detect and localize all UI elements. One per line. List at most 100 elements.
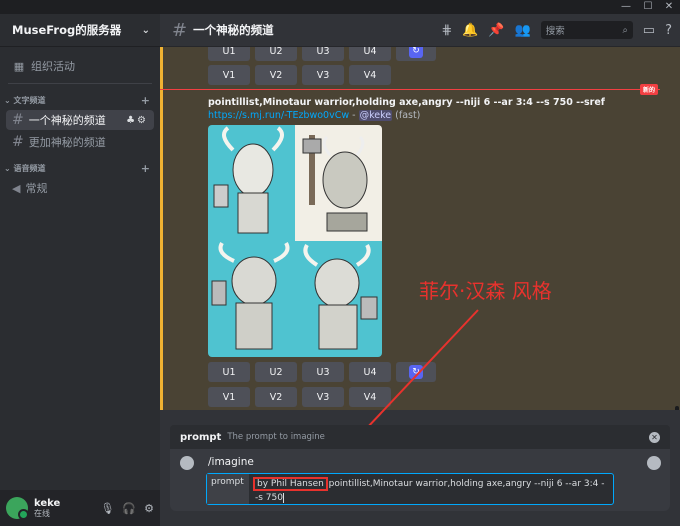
generation-mode: (fast) — [395, 110, 421, 121]
bell-icon[interactable]: 🔔 — [462, 23, 478, 38]
refresh-icon: ↻ — [409, 47, 423, 58]
command-option-popup: prompt The prompt to imagine ✕ — [170, 425, 670, 449]
u1-button[interactable]: U1 — [208, 362, 250, 382]
server-header[interactable]: MuseFrog的服务器 ⌄ — [0, 14, 160, 47]
v2-button[interactable]: V2 — [255, 65, 297, 85]
prompt-input[interactable]: by Phil Hansen pointillist,Minotaur warr… — [249, 474, 613, 504]
close-icon[interactable]: ✕ — [649, 431, 660, 443]
u4-button[interactable]: U4 — [349, 47, 391, 61]
microphone-icon[interactable]: 🎙 — [100, 502, 114, 515]
u2-button[interactable]: U2 — [255, 47, 297, 61]
chevron-down-icon: ⌄ — [141, 24, 150, 36]
user-mention[interactable]: @keke — [358, 110, 393, 121]
calendar-icon: ▦ — [13, 59, 25, 73]
sidebar-divider — [8, 83, 152, 84]
image-tile-1[interactable] — [208, 125, 295, 241]
highlight-bar — [160, 47, 163, 410]
category-chevron-icon: ⌄ — [4, 163, 14, 173]
members-icon[interactable]: 👥 — [515, 23, 531, 38]
gear-icon[interactable]: ⚙ — [144, 502, 154, 515]
emoji-icon[interactable] — [647, 456, 661, 470]
scrollbar[interactable] — [675, 406, 679, 410]
add-voice-channel-icon[interactable]: + — [141, 162, 150, 175]
sref-link[interactable]: https://s.mj.run/-TEzbwo0vCw — [208, 110, 349, 121]
generated-image-grid[interactable] — [208, 125, 382, 357]
user-status: 在线 — [34, 508, 50, 518]
new-messages-divider — [160, 89, 660, 90]
new-badge: 新的 — [640, 84, 659, 95]
image-tile-3[interactable] — [208, 241, 295, 357]
prompt-field-label: prompt — [207, 474, 249, 504]
channel-label: 更加神秘的频道 — [28, 136, 106, 149]
hash-icon: # — [172, 19, 188, 41]
option-description: The prompt to imagine — [227, 432, 325, 442]
u2-button[interactable]: U2 — [255, 362, 297, 382]
bot-icon — [180, 456, 194, 470]
reroll-button[interactable]: ↻ — [396, 47, 436, 61]
events-item[interactable]: ▦ 组织活动 — [0, 55, 160, 77]
highlighted-style-text: by Phil Hansen — [253, 477, 328, 491]
speaker-icon: ◀ — [12, 181, 21, 195]
message-list: U1 U2 U3 U4 ↻ V1 V2 V3 V4 新的 pointillist… — [160, 47, 680, 410]
v4-button[interactable]: V4 — [349, 65, 391, 85]
v1-button[interactable]: V1 — [208, 65, 250, 85]
variation-buttons-bottom: V1 V2 V3 V4 — [208, 387, 391, 407]
sidebar-voice-general[interactable]: ◀ 常规 — [6, 178, 154, 198]
search-icon: ⌕ — [622, 24, 628, 36]
u3-button[interactable]: U3 — [302, 362, 344, 382]
text-cursor — [282, 492, 284, 503]
message-prompt-text: pointillist,Minotaur warrior,holding axe… — [208, 97, 605, 108]
events-label: 组织活动 — [31, 60, 75, 73]
channel-settings-icons[interactable]: ♣⚙ — [126, 115, 148, 126]
upscale-buttons-top: U1 U2 U3 U4 ↻ — [208, 47, 436, 61]
u4-button[interactable]: U4 — [349, 362, 391, 382]
v3-button[interactable]: V3 — [302, 65, 344, 85]
reroll-button[interactable]: ↻ — [396, 362, 436, 382]
add-channel-icon[interactable]: + — [141, 94, 150, 107]
message-meta: https://s.mj.run/-TEzbwo0vCw - @keke (fa… — [208, 110, 420, 121]
u3-button[interactable]: U3 — [302, 47, 344, 61]
v4-button[interactable]: V4 — [349, 387, 391, 407]
text-channel-category[interactable]: ⌄ 文字频道 + — [0, 92, 160, 108]
prompt-field[interactable]: prompt by Phil Hansen pointillist,Minota… — [206, 473, 614, 505]
upscale-buttons-bottom: U1 U2 U3 U4 ↻ — [208, 362, 436, 382]
channel-header: # 一个神秘的频道 ⋕ 🔔 📌 👥 搜索 ⌕ ▭ ? — [160, 14, 680, 47]
hash-icon: # — [12, 112, 24, 128]
user-panel: keke 在线 🎙 🎧 ⚙ — [0, 490, 160, 526]
search-input[interactable]: 搜索 ⌕ — [540, 21, 633, 39]
annotation-text: 菲尔·汉森 风格 — [419, 279, 552, 303]
variation-buttons-top: V1 V2 V3 V4 — [208, 65, 391, 85]
voice-channel-category[interactable]: ⌄ 语音频道 + — [0, 160, 160, 176]
image-tile-4[interactable] — [295, 241, 382, 357]
voice-category-label: 语音频道 — [13, 163, 46, 173]
refresh-icon: ↻ — [409, 365, 423, 379]
minimize-button[interactable]: — — [616, 0, 636, 14]
threads-icon[interactable]: ⋕ — [441, 23, 452, 38]
option-name: prompt — [180, 431, 222, 443]
u1-button[interactable]: U1 — [208, 47, 250, 61]
v2-button[interactable]: V2 — [255, 387, 297, 407]
message-composer: /imagine prompt by Phil Hansen pointilli… — [170, 449, 670, 511]
help-icon[interactable]: ? — [665, 23, 672, 38]
maximize-button[interactable]: ☐ — [638, 0, 658, 14]
page-title: 一个神秘的频道 — [193, 23, 274, 37]
command-name: /imagine — [208, 456, 254, 468]
image-tile-2[interactable] — [295, 125, 382, 241]
avatar[interactable] — [6, 497, 29, 520]
headphones-icon[interactable]: 🎧 — [122, 502, 136, 515]
v1-button[interactable]: V1 — [208, 387, 250, 407]
pin-icon[interactable]: 📌 — [488, 23, 504, 38]
username: keke — [34, 497, 61, 509]
text-category-label: 文字频道 — [13, 95, 46, 105]
sidebar-channel-more-mysterious[interactable]: # 更加神秘的频道 — [6, 132, 154, 152]
hash-icon: # — [12, 134, 24, 150]
close-window-button[interactable]: ✕ — [659, 0, 679, 14]
sidebar-channel-mysterious[interactable]: # 一个神秘的频道 ♣⚙ — [6, 110, 154, 130]
v3-button[interactable]: V3 — [302, 387, 344, 407]
inbox-icon[interactable]: ▭ — [643, 23, 655, 38]
server-name: MuseFrog的服务器 — [12, 23, 122, 37]
meta-separator: - — [349, 110, 359, 121]
channel-sidebar: MuseFrog的服务器 ⌄ ▦ 组织活动 ⌄ 文字频道 + # 一个神秘的频道… — [0, 14, 160, 526]
category-chevron-icon: ⌄ — [4, 95, 14, 105]
search-placeholder: 搜索 — [545, 26, 565, 37]
